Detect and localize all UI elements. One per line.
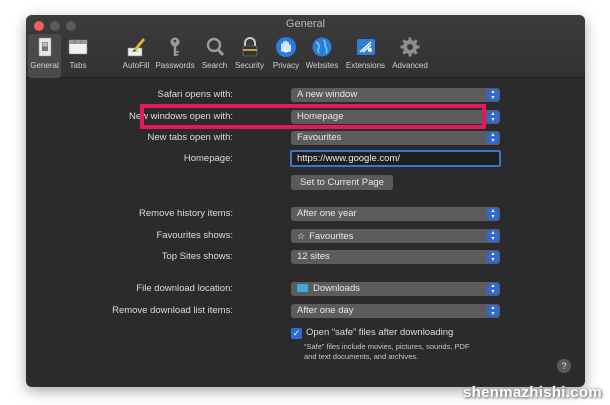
tab-label: Advanced (392, 61, 428, 70)
homepage-field[interactable]: https://www.google.com/ (290, 150, 501, 167)
globe-icon (312, 37, 332, 57)
remove-download-items-popup[interactable]: After one day ▴ ▾ (291, 304, 500, 318)
hand-icon (276, 37, 296, 57)
tab-label: Passwords (155, 61, 195, 70)
remove-history-label: Remove history items: (139, 208, 233, 219)
chevron-updown-icon: ▴ ▾ (487, 208, 499, 220)
safari-preferences-window: General General Tabs AutoFill Passwords … (26, 15, 585, 387)
tab-label: Security (235, 61, 264, 70)
chevron-updown-icon: ▴ ▾ (487, 230, 499, 242)
new-tabs-open-with-popup[interactable]: Favourites ▴ ▾ (291, 131, 500, 145)
tab-tabs[interactable]: Tabs (63, 34, 93, 78)
popup-value: A new window (297, 89, 358, 100)
lock-icon (242, 37, 257, 57)
top-sites-shows-popup[interactable]: 12 sites ▴ ▾ (291, 250, 500, 264)
remove-history-popup[interactable]: After one year ▴ ▾ (291, 207, 500, 221)
download-location-popup[interactable]: Downloads ▴ ▾ (291, 282, 500, 296)
folder-icon (297, 284, 308, 292)
safari-opens-with-label: Safari opens with: (157, 89, 233, 100)
new-windows-open-with-popup[interactable]: Homepage ▴ ▾ (291, 110, 500, 124)
chevron-updown-icon: ▴ ▾ (487, 89, 499, 101)
tab-security[interactable]: Security (231, 34, 268, 78)
preferences-toolbar: General General Tabs AutoFill Passwords … (26, 15, 585, 78)
window-title: General (285, 18, 326, 30)
tab-passwords[interactable]: Passwords (154, 34, 196, 78)
puzzle-icon (356, 39, 375, 55)
help-button[interactable]: ? (557, 359, 571, 373)
favourites-shows-popup[interactable]: ☆ Favourites ▴ ▾ (291, 229, 500, 243)
homepage-label: Homepage: (183, 153, 233, 164)
tab-websites[interactable]: Websites (303, 34, 341, 78)
popup-value: Favourites (309, 231, 354, 242)
chevron-updown-icon: ▴ ▾ (487, 305, 499, 317)
watermark: shenmazhishi.com (462, 384, 602, 401)
open-safe-files-checkbox[interactable]: ✓ (291, 328, 302, 339)
tab-label: General (30, 61, 59, 70)
popup-value: After one day (297, 305, 354, 316)
remove-download-items-label: Remove download list items: (112, 305, 233, 316)
tabs-icon (68, 39, 88, 55)
popup-value: After one year (297, 208, 357, 219)
tab-privacy[interactable]: Privacy (270, 34, 302, 78)
autofill-pencil-icon (127, 38, 145, 57)
popup-value: 12 sites (297, 251, 330, 262)
popup-value: Downloads (313, 283, 360, 294)
key-icon (170, 37, 180, 56)
tab-search[interactable]: Search (199, 34, 230, 78)
tab-label: Search (201, 61, 228, 70)
top-sites-shows-label: Top Sites shows: (161, 251, 233, 262)
open-safe-files-label: Open “safe” files after downloading (306, 327, 454, 338)
tab-general[interactable]: General (28, 34, 61, 78)
popup-value: Favourites (297, 132, 342, 143)
tab-label: AutoFill (122, 61, 150, 70)
favourites-shows-label: Favourites shows: (156, 230, 233, 241)
star-icon: ☆ (297, 231, 306, 241)
tab-extensions[interactable]: Extensions (344, 34, 387, 78)
download-location-label: File download location: (136, 283, 233, 294)
safari-opens-with-popup[interactable]: A new window ▴ ▾ (291, 88, 500, 102)
popup-value: Homepage (297, 111, 344, 122)
tab-label: Extensions (345, 61, 386, 70)
set-to-current-page-button[interactable]: Set to Current Page (291, 175, 393, 190)
general-switch-icon (38, 37, 51, 57)
new-windows-open-with-label: New windows open with: (128, 111, 233, 122)
tab-advanced[interactable]: Advanced (389, 34, 431, 78)
tab-autofill[interactable]: AutoFill (120, 34, 152, 78)
safe-files-note: “Safe” files include movies, pictures, s… (304, 342, 470, 361)
tab-label: Websites (305, 61, 339, 70)
tab-label: Privacy (272, 61, 300, 70)
tab-label: Tabs (69, 61, 87, 70)
chevron-updown-icon: ▴ ▾ (487, 111, 499, 123)
new-tabs-open-with-label: New tabs open with: (147, 132, 233, 143)
chevron-updown-icon: ▴ ▾ (487, 283, 499, 295)
chevron-updown-icon: ▴ ▾ (487, 132, 499, 144)
chevron-updown-icon: ▴ ▾ (487, 251, 499, 263)
gear-icon (400, 37, 420, 57)
magnifier-icon (206, 37, 224, 57)
